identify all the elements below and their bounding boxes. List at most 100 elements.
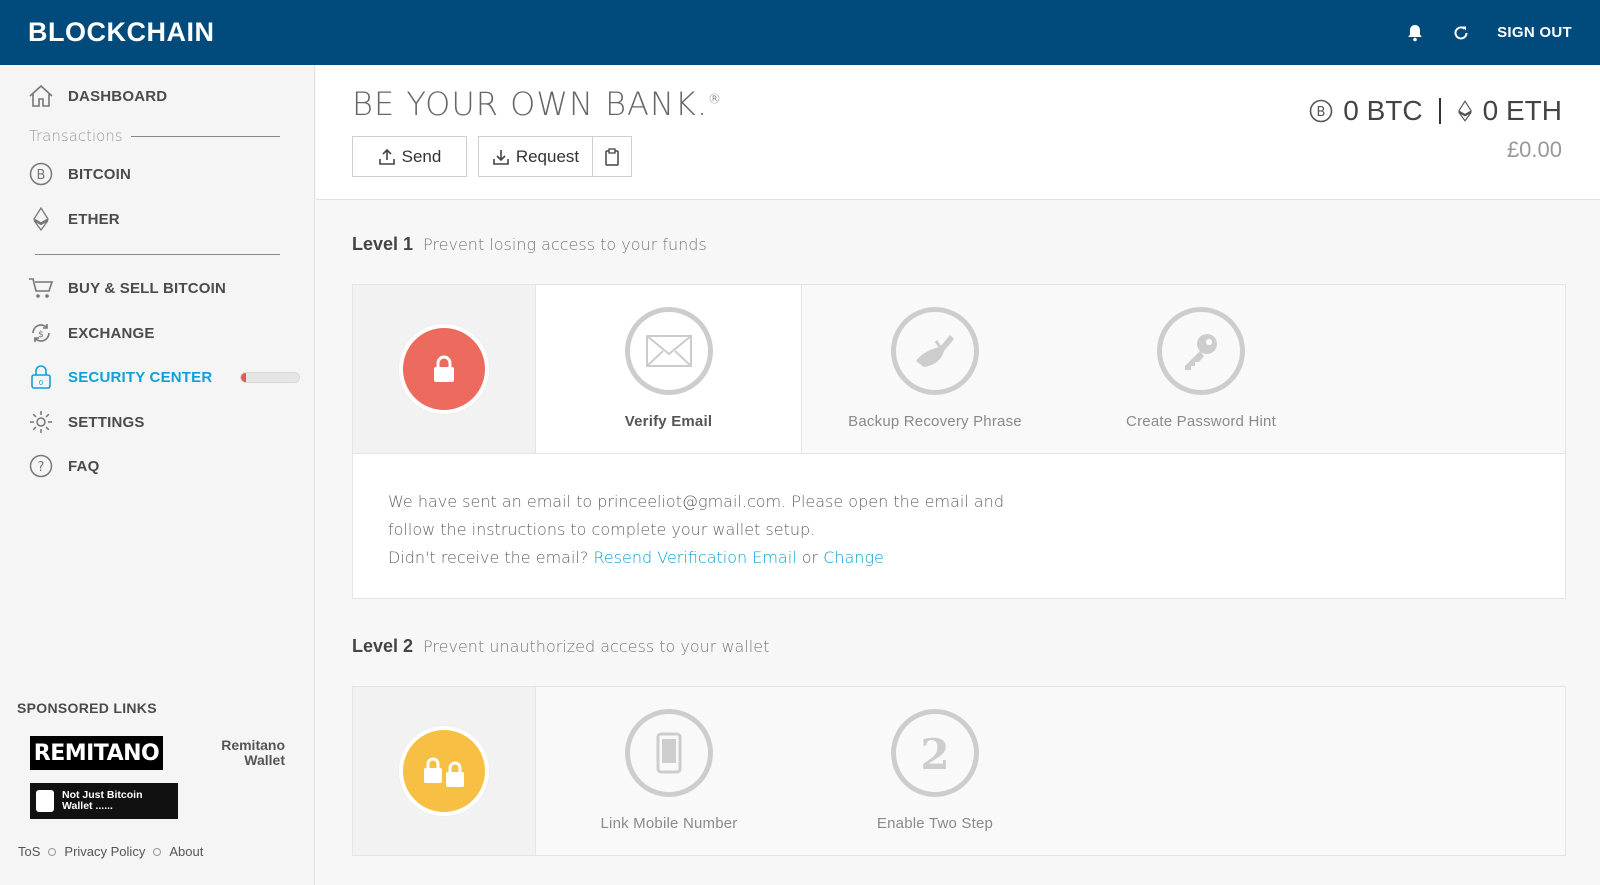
level1-title: Level 1 Prevent losing access to your fun… <box>352 234 707 255</box>
svg-text:2: 2 <box>920 731 949 775</box>
level1-lock-badge <box>399 324 489 414</box>
lock-icon: 0 <box>28 364 54 390</box>
double-lock-icon <box>424 757 464 787</box>
request-button[interactable]: Request <box>478 136 593 177</box>
key-icon <box>1157 307 1245 395</box>
sidebar-item-dashboard[interactable]: DASHBOARD <box>28 83 167 109</box>
blockchain-logo[interactable]: BLOCKCHAIN <box>28 17 215 48</box>
svg-text:0: 0 <box>39 379 43 387</box>
registered-mark: ® <box>708 92 723 108</box>
sign-out-button[interactable]: SIGN OUT <box>1497 24 1572 41</box>
step-label: Create Password Hint <box>1126 413 1276 430</box>
sidebar-item-bitcoin[interactable]: B BITCOIN <box>28 161 131 187</box>
step-label: Enable Two Step <box>876 815 994 832</box>
bell-icon[interactable] <box>1405 23 1425 43</box>
separator-dot <box>153 847 162 856</box>
verification-message: We have sent an email to princeeliot@gma… <box>353 453 1565 598</box>
sidebar-item-label: SECURITY CENTER <box>68 368 213 386</box>
security-progress-bar <box>240 371 301 383</box>
question-icon: ? <box>28 453 54 479</box>
backup-recovery-phrase-step[interactable]: Backup Recovery Phrase <box>802 285 1068 453</box>
copy-address-button[interactable] <box>592 136 632 177</box>
divider <box>35 254 280 255</box>
level1-steps-row: Verify Email Backup Recovery Phrase Crea… <box>353 285 1565 453</box>
level2-title: Level 2 Prevent unauthorized access to yo… <box>352 636 769 657</box>
refresh-icon[interactable] <box>1451 23 1471 43</box>
sidebar-item-label: BUY & SELL BITCOIN <box>68 279 227 297</box>
sidebar-item-ether[interactable]: ETHER <box>28 206 120 232</box>
two-step-icon: 2 <box>891 709 979 797</box>
remitano-caption[interactable]: Remitano Wallet <box>180 738 285 768</box>
sidebar-item-faq[interactable]: ? FAQ <box>28 453 99 479</box>
download-icon <box>493 149 509 165</box>
btc-balance[interactable]: 0 BTC <box>1343 95 1422 127</box>
ether-icon <box>1457 100 1472 122</box>
step-label: Verify Email <box>624 413 713 430</box>
verify-email-step[interactable]: Verify Email <box>536 285 802 453</box>
level1-label: Level 1 <box>352 234 414 254</box>
link-mobile-number-step[interactable]: Link Mobile Number <box>536 687 802 855</box>
sidebar-item-security-center[interactable]: 0 SECURITY CENTER <box>28 364 301 390</box>
level1-badge-area <box>353 285 536 453</box>
about-link[interactable]: About <box>169 844 203 859</box>
sidebar-item-exchange[interactable]: $ EXCHANGE <box>28 320 155 346</box>
level2-badge-area <box>353 687 536 855</box>
sidebar-item-label: ETHER <box>68 210 120 228</box>
sidebar-item-settings[interactable]: SETTINGS <box>28 409 145 435</box>
separator-dot <box>48 847 57 856</box>
remitano-ad[interactable]: REMITANO <box>30 736 163 770</box>
step-label: Link Mobile Number <box>600 815 738 832</box>
phone-icon <box>36 790 55 812</box>
divider <box>131 136 280 137</box>
level2-description: Prevent unauthorized access to your wall… <box>423 637 770 656</box>
level1-description: Prevent losing access to your funds <box>423 235 707 254</box>
or-text: or <box>801 548 819 567</box>
bitcoin-icon: B <box>1309 99 1333 123</box>
top-bar: BLOCKCHAIN SIGN OUT <box>0 0 1600 65</box>
message-line: Didn't receive the email? Resend Verific… <box>388 544 1530 572</box>
sidebar-item-buy-sell[interactable]: BUY & SELL BITCOIN <box>28 275 226 301</box>
send-label: Send <box>401 146 442 166</box>
level2-label: Level 2 <box>352 636 414 656</box>
step-label: Backup Recovery Phrase <box>848 413 1022 430</box>
exchange-icon: $ <box>28 320 54 346</box>
gear-icon <box>28 409 54 435</box>
sidebar-item-label: DASHBOARD <box>68 87 168 105</box>
balance-separator <box>1438 98 1441 124</box>
home-icon <box>28 83 54 109</box>
transactions-section-label: Transactions <box>29 127 123 145</box>
sponsored-links-title: SPONSORED LINKS <box>17 700 157 716</box>
enable-two-step-step[interactable]: 2 Enable Two Step <box>802 687 1068 855</box>
clipboard-icon <box>605 147 619 166</box>
mobile-phone-icon <box>625 709 713 797</box>
level2-steps-row: Link Mobile Number 2 Enable Two Step <box>353 687 1565 855</box>
request-label: Request <box>515 146 580 166</box>
message-line: follow the instructions to complete your… <box>388 520 816 539</box>
send-button[interactable]: Send <box>352 136 467 177</box>
level2-steps: Link Mobile Number 2 Enable Two Step <box>536 687 1565 855</box>
change-email-link[interactable]: Change <box>823 548 884 567</box>
page-title: BE YOUR OWN BANK.® <box>352 85 722 123</box>
main-header: BE YOUR OWN BANK.® Send Request B 0 BTC … <box>316 65 1600 200</box>
level2-card: Link Mobile Number 2 Enable Two Step <box>352 686 1566 856</box>
wallet-ad-text: Not Just Bitcoin Wallet ...... <box>62 789 143 812</box>
resend-prompt: Didn't receive the email? <box>388 548 589 567</box>
svg-text:B: B <box>37 168 46 183</box>
upload-icon <box>378 148 395 165</box>
svg-text:?: ? <box>38 460 45 475</box>
create-password-hint-step[interactable]: Create Password Hint <box>1068 285 1334 453</box>
eth-balance[interactable]: 0 ETH <box>1483 95 1562 127</box>
sidebar-item-label: EXCHANGE <box>68 324 155 342</box>
top-actions: SIGN OUT <box>1405 23 1572 43</box>
tos-link[interactable]: ToS <box>18 844 40 859</box>
privacy-link[interactable]: Privacy Policy <box>64 844 145 859</box>
svg-text:$: $ <box>38 330 44 340</box>
tagline-text: BE YOUR OWN BANK. <box>352 85 709 123</box>
fiat-balance[interactable]: £0.00 <box>1507 137 1562 163</box>
bitcoin-icon: B <box>28 161 54 187</box>
ether-icon <box>28 206 54 232</box>
wallet-ad[interactable]: Not Just Bitcoin Wallet ...... <box>30 783 178 819</box>
sidebar-item-label: SETTINGS <box>68 413 145 431</box>
lock-icon <box>434 355 454 382</box>
resend-verification-link[interactable]: Resend Verification Email <box>593 548 796 567</box>
